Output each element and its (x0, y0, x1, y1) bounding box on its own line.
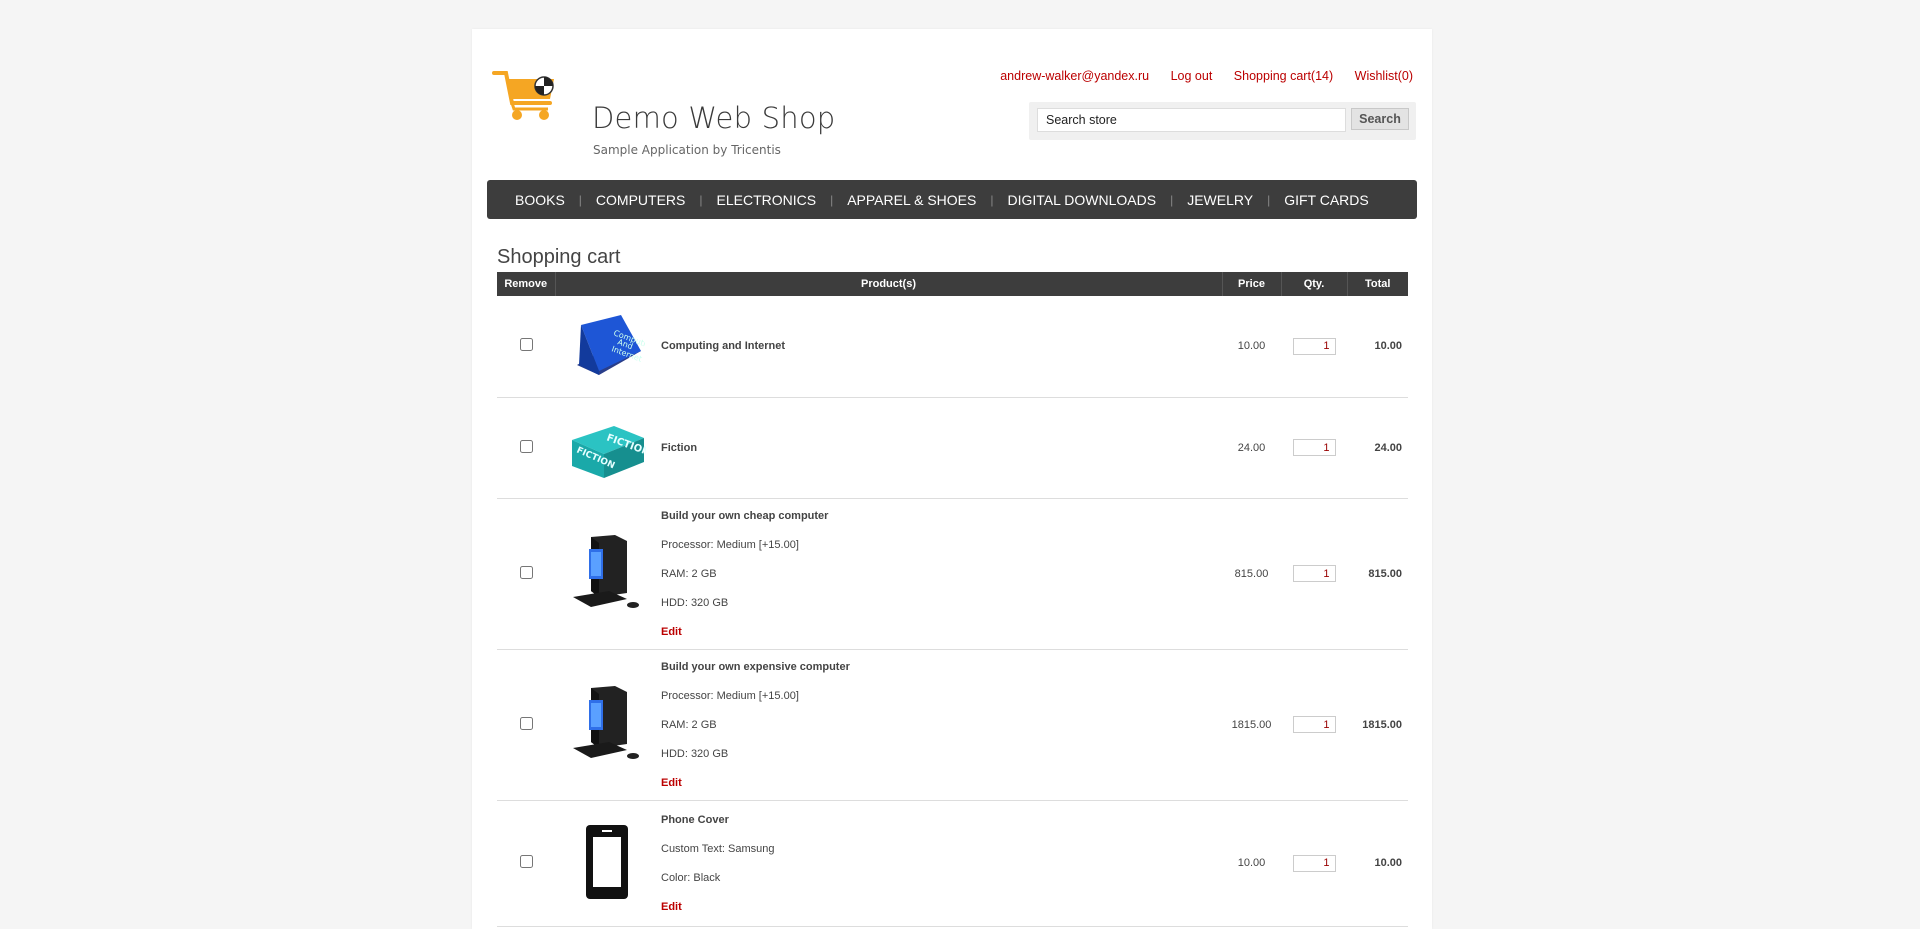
remove-cell (497, 296, 555, 398)
search-button[interactable]: Search (1351, 108, 1409, 130)
qty-input[interactable] (1292, 854, 1336, 872)
product-attribute: Processor: Medium [+15.00] (661, 689, 799, 702)
qty-header: Qty. (1280, 272, 1347, 296)
shop-subtitle: Sample Application by Tricentis (593, 143, 781, 157)
product-image[interactable] (555, 649, 659, 801)
subtotal: 24.00 (1347, 397, 1408, 499)
unit-price: 24.00 (1222, 397, 1281, 499)
remove-cell (497, 397, 555, 499)
product-attribute: RAM: 2 GB (661, 567, 717, 580)
remove-checkbox[interactable] (519, 855, 533, 868)
product-attribute: Custom Text: Samsung (661, 842, 775, 855)
cart-row: Build your own cheap computer Processor:… (497, 498, 1408, 650)
product-image[interactable]: Computing And Internet (555, 296, 659, 398)
phone-cover-icon (586, 824, 628, 899)
menu-books[interactable]: BOOKS (501, 192, 579, 208)
page-title: Shopping cart (497, 246, 621, 269)
unit-price: 1815.00 (1222, 649, 1281, 801)
product-header: Product(s) (554, 272, 1222, 296)
product-image[interactable]: FICTION FICTION (555, 397, 659, 499)
cart-row: Build your own expensive computer Proces… (497, 649, 1408, 801)
remove-cell (497, 649, 555, 801)
product-name-link[interactable]: Computing and Internet (661, 340, 1222, 352)
menu-gift-cards[interactable]: GIFT CARDS (1270, 192, 1383, 208)
remove-checkbox[interactable] (519, 439, 533, 453)
qty-cell (1281, 649, 1347, 801)
product-info: Computing and Internet (659, 296, 1222, 398)
top-menu: BOOKS | COMPUTERS | ELECTRONICS | APPARE… (487, 180, 1417, 219)
remove-cell (497, 498, 555, 650)
product-attribute: HDD: 320 GB (661, 747, 729, 760)
shop-logo[interactable]: Demo Web Shop Sample Application by Tric… (492, 67, 835, 157)
desktop-computer-icon (573, 535, 639, 608)
remove-checkbox[interactable] (519, 716, 533, 730)
menu-jewelry[interactable]: JEWELRY (1173, 192, 1267, 208)
shopping-cart-link[interactable]: Shopping cart(14) (1234, 69, 1333, 83)
cart-row: Phone Cover Custom Text: Samsung Color: … (497, 800, 1408, 927)
product-attribute: HDD: 320 GB (661, 596, 729, 609)
product-name-link[interactable]: Phone Cover (661, 814, 1222, 826)
subtotal: 10.00 (1347, 800, 1408, 927)
page-container: Demo Web Shop Sample Application by Tric… (472, 29, 1432, 929)
remove-checkbox[interactable] (519, 565, 533, 579)
product-name-link[interactable]: Build your own cheap computer (661, 510, 1222, 522)
menu-electronics[interactable]: ELECTRONICS (703, 192, 831, 208)
edit-link[interactable]: Edit (661, 777, 1222, 789)
shop-title: Demo Web Shop (592, 101, 836, 135)
product-attribute: RAM: 2 GB (661, 718, 717, 731)
cart-logo-icon (492, 71, 554, 120)
menu-apparel-shoes[interactable]: APPAREL & SHOES (833, 192, 990, 208)
qty-input[interactable] (1292, 565, 1336, 582)
product-info: Build your own cheap computer Processor:… (659, 498, 1222, 650)
book-teal-icon: FICTION FICTION (572, 426, 651, 478)
product-info: Phone Cover Custom Text: Samsung Color: … (659, 800, 1222, 927)
qty-cell (1281, 296, 1347, 398)
qty-cell (1281, 800, 1347, 927)
qty-cell (1281, 498, 1347, 650)
remove-checkbox[interactable] (519, 338, 533, 352)
unit-price: 10.00 (1222, 296, 1281, 398)
edit-link[interactable]: Edit (661, 901, 1222, 913)
product-image[interactable] (555, 800, 659, 927)
product-name-link[interactable]: Fiction (661, 442, 1222, 454)
qty-cell (1281, 397, 1347, 499)
qty-input[interactable] (1292, 716, 1336, 733)
remove-cell (497, 800, 555, 927)
header-links: andrew-walker@yandex.ru Log out Shopping… (982, 69, 1413, 83)
unit-price: 815.00 (1222, 498, 1281, 650)
subtotal: 815.00 (1347, 498, 1408, 650)
total-header: Total (1346, 272, 1408, 296)
subtotal: 10.00 (1347, 296, 1408, 398)
qty-input[interactable] (1292, 439, 1336, 456)
product-attribute: Color: Black (661, 871, 721, 884)
cart-table: Remove Product(s) Price Qty. Total Compu… (497, 272, 1408, 927)
menu-computers[interactable]: COMPUTERS (582, 192, 699, 208)
logout-link[interactable]: Log out (1171, 69, 1213, 83)
product-info: Build your own expensive computer Proces… (659, 649, 1222, 801)
product-image[interactable] (555, 498, 659, 650)
account-email-link[interactable]: andrew-walker@yandex.ru (1000, 69, 1149, 83)
search-box: Search (1029, 102, 1416, 140)
menu-digital-downloads[interactable]: DIGITAL DOWNLOADS (994, 192, 1171, 208)
product-attribute: Processor: Medium [+15.00] (661, 538, 799, 551)
product-name-link[interactable]: Build your own expensive computer (661, 661, 1222, 673)
cart-row: FICTION FICTION Fiction 24.00 24.00 (497, 397, 1408, 499)
search-input[interactable] (1037, 108, 1346, 132)
price-header: Price (1221, 272, 1281, 296)
remove-header: Remove (497, 272, 555, 296)
product-info: Fiction (659, 397, 1222, 499)
edit-link[interactable]: Edit (661, 626, 1222, 638)
unit-price: 10.00 (1222, 800, 1281, 927)
cart-table-header: Remove Product(s) Price Qty. Total (497, 272, 1408, 296)
wishlist-link[interactable]: Wishlist(0) (1355, 69, 1413, 83)
subtotal: 1815.00 (1347, 649, 1408, 801)
book-blue-icon: Computing And Internet (577, 314, 657, 375)
desktop-computer-icon (573, 686, 639, 759)
cart-row: Computing And Internet Computing and Int… (497, 296, 1408, 398)
qty-input[interactable] (1292, 337, 1336, 355)
